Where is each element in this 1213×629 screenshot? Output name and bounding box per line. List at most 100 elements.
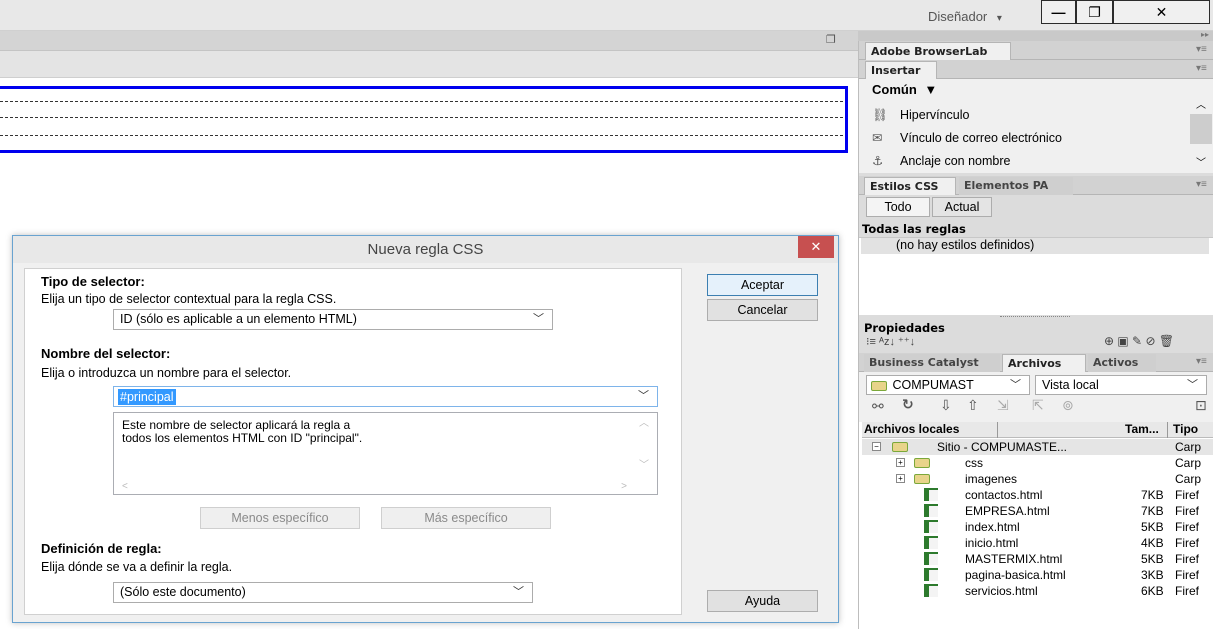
restore-button[interactable]: ❐ [1076, 0, 1113, 24]
scroll-up-icon[interactable]: ︿ [1196, 96, 1206, 111]
tab-insertar[interactable]: Insertar [865, 61, 937, 79]
insert-item-hyperlink[interactable]: ⛓ Hipervínculo [872, 104, 1188, 126]
sync-icon[interactable]: ⊚ [1062, 397, 1074, 414]
more-specific-button[interactable]: Más específico [381, 507, 551, 529]
file-name: servicios.html [965, 584, 1038, 598]
document-toolbar [0, 51, 858, 78]
check-in-icon[interactable]: ⇱ [1032, 397, 1044, 414]
hyperlink-icon: ⛓ [872, 108, 888, 122]
file-type: Firef [1175, 552, 1199, 566]
tab-adobe-browserlab[interactable]: Adobe BrowserLab [865, 42, 1011, 60]
connect-icon[interactable]: ⚯ [872, 398, 884, 415]
dashed-guide [0, 117, 843, 118]
tab-estilos-css[interactable]: Estilos CSS [864, 177, 956, 195]
panel-menu-icon[interactable]: ▾≡ [1196, 63, 1207, 74]
file-type: Firef [1175, 568, 1199, 582]
panel-menu-icon[interactable]: ▾≡ [1196, 356, 1207, 367]
panel-menu-icon[interactable]: ▾≡ [1196, 44, 1207, 55]
insert-category-label: Común [872, 82, 917, 97]
file-size: 7KB [1141, 504, 1164, 518]
help-button[interactable]: Ayuda [707, 590, 818, 612]
scroll-left-icon[interactable]: < [122, 480, 128, 493]
collapse-icon[interactable]: ▸▸ [1201, 30, 1209, 39]
chevron-down-icon[interactable]: ﹀ [638, 387, 649, 406]
category-view-icon[interactable]: ⁝≡ ᴬᴢ↓ ⁺⁺↓ [866, 335, 915, 348]
selector-name-value[interactable]: #principal [118, 389, 176, 405]
dialog-close-button[interactable]: ✕ [798, 236, 834, 258]
panel-menu-icon[interactable]: ▾≡ [1196, 179, 1207, 190]
tab-elementos-pa[interactable]: Elementos PA [959, 177, 1073, 195]
selector-type-hint: Elija un tipo de selector contextual par… [41, 292, 337, 306]
workspace-switcher[interactable]: Diseñador ▾ [928, 9, 1002, 24]
insert-scrollbar[interactable]: ︿ ﹀ [1190, 96, 1212, 171]
selector-type-select[interactable]: ID (sólo es aplicable a un elemento HTML… [113, 309, 553, 330]
close-window-button[interactable]: ✕ [1113, 0, 1210, 24]
dialog-title: Nueva regla CSS [13, 236, 838, 263]
rule-definition-select[interactable]: (Sólo este documento) ﹀ [113, 582, 533, 603]
description-line: todos los elementos HTML con ID "princip… [122, 431, 363, 445]
less-specific-button[interactable]: Menos específico [200, 507, 360, 529]
file-size: 7KB [1141, 488, 1164, 502]
file-name: inicio.html [965, 536, 1019, 550]
tree-row-file[interactable]: servicios.html 6KB Firef [862, 583, 1213, 599]
minimize-button[interactable]: — [1041, 0, 1076, 24]
view-select[interactable]: Vista local ﹀ [1035, 375, 1207, 395]
tree-row-folder[interactable]: + css Carp [862, 455, 1213, 471]
insert-item-email-link[interactable]: ✉ Vínculo de correo electrónico [872, 127, 1188, 149]
tree-row-file[interactable]: pagina-basica.html 3KB Firef [862, 567, 1213, 583]
expand-node-icon[interactable]: + [896, 474, 905, 483]
chevron-down-icon: ﹀ [513, 586, 524, 598]
tree-row-file[interactable]: inicio.html 4KB Firef [862, 535, 1213, 551]
chevron-down-icon: ﹀ [1187, 379, 1198, 391]
scroll-down-icon[interactable]: ﹀ [1196, 154, 1206, 169]
tab-business-catalyst[interactable]: Business Catalyst [864, 354, 1000, 372]
file-name: MASTERMIX.html [965, 552, 1063, 566]
folder-icon [892, 442, 908, 452]
put-files-icon[interactable]: ⇧ [967, 397, 979, 414]
ok-button[interactable]: Aceptar [707, 274, 818, 296]
selected-div-outline[interactable] [0, 86, 848, 153]
tree-row-file[interactable]: EMPRESA.html 7KB Firef [862, 503, 1213, 519]
check-out-icon[interactable]: ⇲ [997, 397, 1009, 414]
col-header-size[interactable]: Tam... [1125, 422, 1159, 437]
tree-row-file[interactable]: index.html 5KB Firef [862, 519, 1213, 535]
tree-row-file[interactable]: contactos.html 7KB Firef [862, 487, 1213, 503]
file-type: Firef [1175, 536, 1199, 550]
site-root-name: Sitio - COMPUMASTE... [937, 440, 1068, 454]
site-icon [871, 380, 887, 391]
file-size: 4KB [1141, 536, 1164, 550]
cancel-button[interactable]: Cancelar [707, 299, 818, 321]
file-name: EMPRESA.html [965, 504, 1050, 518]
file-name: contactos.html [965, 488, 1043, 502]
col-header-type[interactable]: Tipo [1173, 422, 1198, 437]
collapse-node-icon[interactable]: − [872, 442, 881, 451]
tree-row-folder[interactable]: + imagenes Carp [862, 471, 1213, 487]
attach-stylesheet-icon[interactable]: ⊕ ▣ ✎ ⊘ 🗑 [1104, 334, 1174, 348]
tree-row-site-root[interactable]: − Sitio - COMPUMASTE... Carp [862, 439, 1213, 455]
html-file-icon [924, 520, 938, 533]
splitter-grip[interactable] [1000, 316, 1070, 317]
css-mode-current-button[interactable]: Actual [932, 197, 992, 217]
file-type: Firef [1175, 488, 1199, 502]
col-header-name[interactable]: Archivos locales [864, 422, 959, 437]
workspace-label: Diseñador [928, 9, 988, 24]
file-size: 5KB [1141, 520, 1164, 534]
scroll-up-icon[interactable]: ︿ [639, 417, 649, 430]
site-select[interactable]: COMPUMAST ﹀ [866, 375, 1030, 395]
selector-name-combobox[interactable]: #principal ﹀ [113, 386, 658, 407]
insert-item-named-anchor[interactable]: ⚓ Anclaje con nombre [872, 150, 1188, 172]
restore-document-icon[interactable]: ❐ [826, 33, 836, 46]
scroll-down-icon[interactable]: ﹀ [639, 459, 649, 472]
refresh-icon[interactable]: ↻ [902, 396, 914, 413]
tab-activos[interactable]: Activos [1088, 354, 1156, 372]
folder-icon [914, 458, 930, 468]
tab-archivos[interactable]: Archivos [1002, 354, 1086, 372]
expand-node-icon[interactable]: + [896, 458, 905, 467]
insert-category-select[interactable]: Común ▼ [872, 82, 937, 97]
scroll-right-icon[interactable]: > [621, 480, 627, 493]
rule-definition-heading: Definición de regla: [41, 541, 162, 556]
get-files-icon[interactable]: ⇩ [940, 397, 952, 414]
expand-files-icon[interactable]: ⊡ [1195, 397, 1207, 414]
tree-row-file[interactable]: MASTERMIX.html 5KB Firef [862, 551, 1213, 567]
css-mode-all-button[interactable]: Todo [866, 197, 930, 217]
